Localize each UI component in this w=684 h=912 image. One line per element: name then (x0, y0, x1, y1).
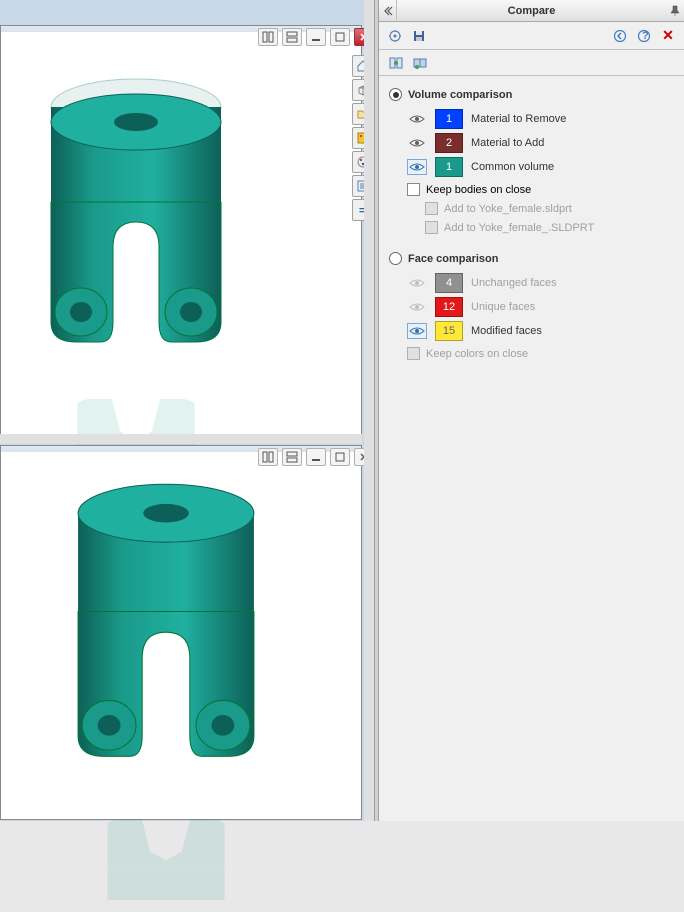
model-yoke-top (31, 72, 241, 362)
legend-unchanged-faces: 4 Unchanged faces (407, 273, 674, 293)
pin-icon[interactable] (666, 5, 684, 17)
split-horiz-button[interactable] (282, 28, 302, 46)
volume-comparison-radio[interactable]: Volume comparison (389, 88, 674, 101)
radio-off-icon (389, 252, 402, 265)
legend-label: Common volume (471, 161, 554, 173)
add-to-file-1-checkbox: Add to Yoke_female.sldprt (425, 202, 674, 215)
legend-common-volume: 1 Common volume (407, 157, 674, 177)
collapse-grip-icon[interactable] (379, 0, 397, 22)
maximize-button[interactable] (330, 448, 350, 466)
legend-label: Unchanged faces (471, 277, 557, 289)
compare-panel: Compare ? ✕ Volume comparison 1 Material… (378, 0, 684, 821)
legend-label: Modified faces (471, 325, 542, 337)
minimize-button[interactable] (306, 28, 326, 46)
panel-tabs (379, 50, 684, 76)
help-circle-icon[interactable]: ? (634, 26, 654, 46)
swatch[interactable]: 1 (435, 157, 463, 177)
model-reflection-bottom (56, 812, 276, 912)
eye-icon[interactable] (407, 323, 427, 339)
legend-unique-faces: 12 Unique faces (407, 297, 674, 317)
face-comparison-radio[interactable]: Face comparison (389, 252, 674, 265)
legend-material-remove: 1 Material to Remove (407, 109, 674, 129)
swatch[interactable]: 2 (435, 133, 463, 153)
workspace: =? (0, 0, 378, 821)
panel-title: Compare (397, 5, 666, 17)
eye-icon[interactable] (407, 111, 427, 127)
close-panel-icon[interactable]: ✕ (658, 26, 678, 46)
eye-icon[interactable] (407, 299, 427, 315)
checkbox-icon (407, 183, 420, 196)
model-view-top[interactable] (1, 32, 361, 439)
split-horiz-button[interactable] (282, 448, 302, 466)
svg-text:?: ? (642, 30, 649, 42)
panel-header: Compare (379, 0, 684, 22)
swatch[interactable]: 12 (435, 297, 463, 317)
tab-compare-docs[interactable] (385, 52, 407, 74)
add-to-file-2-checkbox: Add to Yoke_female_.SLDPRT (425, 221, 674, 234)
legend-material-add: 2 Material to Add (407, 133, 674, 153)
back-icon[interactable] (610, 26, 630, 46)
swatch[interactable]: 1 (435, 109, 463, 129)
panel-body: Volume comparison 1 Material to Remove 2… (379, 76, 684, 370)
swatch[interactable]: 4 (435, 273, 463, 293)
viewport-top[interactable] (0, 25, 362, 440)
legend-label: Unique faces (471, 301, 535, 313)
options-icon[interactable] (385, 26, 405, 46)
vertical-scrollbar[interactable] (364, 0, 374, 821)
tab-compare-volume[interactable] (409, 52, 431, 74)
radio-on-icon (389, 88, 402, 101)
horizontal-scrollbar[interactable] (0, 434, 362, 444)
legend-label: Material to Remove (471, 113, 566, 125)
legend-label: Material to Add (471, 137, 544, 149)
eye-icon[interactable] (407, 275, 427, 291)
split-vert-button[interactable] (258, 28, 278, 46)
save-icon[interactable] (409, 26, 429, 46)
window-controls-bottom (258, 448, 374, 466)
volume-section-label: Volume comparison (408, 89, 512, 101)
checkbox-icon (425, 221, 438, 234)
keep-colors-checkbox: Keep colors on close (407, 347, 674, 360)
eye-icon[interactable] (407, 159, 427, 175)
window-controls-top (258, 28, 374, 46)
maximize-button[interactable] (330, 28, 350, 46)
model-yoke-bottom (56, 477, 276, 777)
keep-bodies-checkbox[interactable]: Keep bodies on close (407, 183, 674, 196)
viewport-bottom[interactable] (0, 445, 362, 820)
legend-modified-faces: 15 Modified faces (407, 321, 674, 341)
checkbox-icon (407, 347, 420, 360)
eye-icon[interactable] (407, 135, 427, 151)
minimize-button[interactable] (306, 448, 326, 466)
swatch[interactable]: 15 (435, 321, 463, 341)
face-section-label: Face comparison (408, 253, 498, 265)
model-view-bottom[interactable] (1, 452, 361, 819)
checkbox-icon (425, 202, 438, 215)
panel-toolbar: ? ✕ (379, 22, 684, 50)
split-vert-button[interactable] (258, 448, 278, 466)
